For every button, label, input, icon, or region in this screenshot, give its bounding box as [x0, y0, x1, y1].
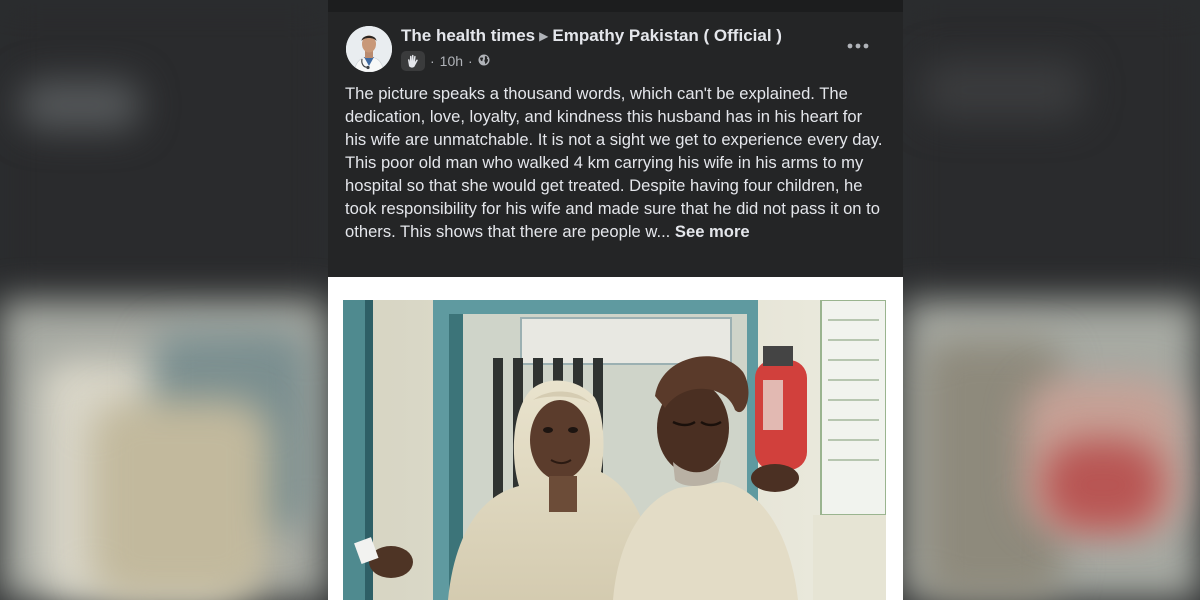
post-photo[interactable]	[343, 300, 886, 600]
group-name[interactable]: Empathy Pakistan ( Official )	[552, 26, 782, 45]
more-options-icon[interactable]	[840, 34, 876, 58]
post-time[interactable]: 10h	[440, 53, 463, 69]
waving-hand-icon	[401, 51, 425, 71]
post-meta: · 10h ·	[401, 51, 490, 71]
blurred-backdrop-right	[903, 0, 1200, 600]
caret-right-icon: ▶	[539, 29, 549, 43]
separator: ·	[430, 53, 435, 69]
post-text: The picture speaks a thousand words, whi…	[345, 84, 883, 241]
author-name[interactable]: The health times	[401, 26, 535, 45]
blurred-backdrop-left	[0, 0, 328, 600]
top-bar	[328, 0, 903, 12]
globe-icon	[478, 53, 490, 69]
post-body: The picture speaks a thousand words, whi…	[345, 82, 887, 243]
post-author-line: The health times ▶ Empathy Pakistan ( Offi…	[401, 26, 782, 46]
post-media[interactable]	[328, 277, 903, 600]
facebook-post: The health times ▶ Empathy Pakistan ( Offi…	[328, 0, 903, 600]
separator: ·	[468, 53, 473, 69]
see-more-link[interactable]: See more	[675, 222, 750, 241]
post-header: The health times ▶ Empathy Pakistan ( Offi…	[346, 24, 886, 74]
avatar[interactable]	[346, 26, 392, 72]
